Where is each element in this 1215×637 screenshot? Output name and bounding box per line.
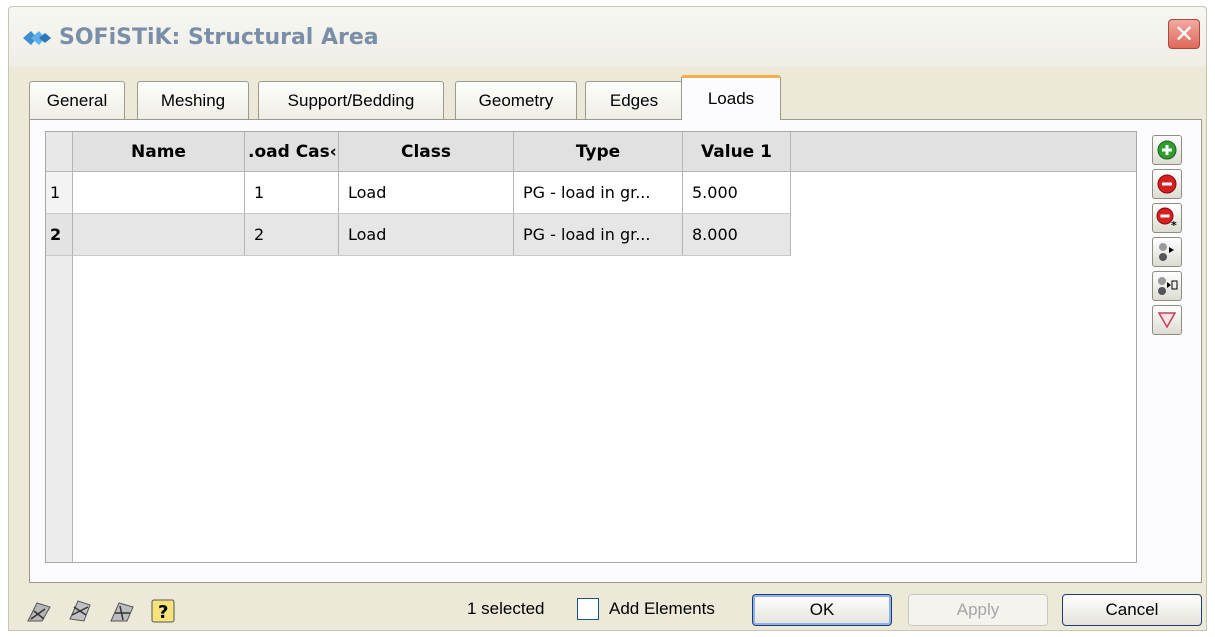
cell-value1[interactable]: 8.000: [683, 214, 791, 255]
cell-name[interactable]: [73, 214, 245, 255]
window-title: SOFiSTiK: Structural Area: [59, 25, 379, 50]
tab-support-bedding[interactable]: Support/Bedding: [258, 81, 444, 119]
pick-element-icon[interactable]: [25, 597, 53, 625]
tab-geometry[interactable]: Geometry: [455, 81, 577, 119]
cell-load-case[interactable]: 2: [245, 214, 339, 255]
eraser-button[interactable]: [1152, 305, 1182, 335]
tab-loads[interactable]: Loads: [681, 75, 781, 120]
grid-header: Name .oad Cas‹ Class Type Value 1: [46, 132, 1136, 172]
add-row-button[interactable]: [1152, 135, 1182, 165]
tab-general[interactable]: General: [29, 81, 125, 119]
loads-grid[interactable]: Name .oad Cas‹ Class Type Value 1 1 1 Lo…: [45, 131, 1137, 563]
move-to-button[interactable]: [1152, 271, 1182, 301]
loads-panel: Name .oad Cas‹ Class Type Value 1 1 1 Lo…: [29, 119, 1202, 583]
svg-text:*: *: [1171, 219, 1177, 230]
column-header-name[interactable]: Name: [73, 132, 245, 171]
cell-type[interactable]: PG - load in gr...: [514, 214, 683, 255]
apply-button[interactable]: Apply: [908, 594, 1048, 626]
close-button[interactable]: ✕: [1168, 19, 1200, 49]
move-down-icon: [1159, 243, 1174, 261]
sofistik-logo-icon: [23, 31, 51, 45]
dialog-window: SOFiSTiK: Structural Area ✕ General Mesh…: [8, 6, 1207, 631]
delete-all-rows-button[interactable]: *: [1152, 203, 1182, 233]
delete-row-icon: [1157, 174, 1177, 194]
table-row-selected[interactable]: 2 2 Load PG - load in gr... 8.000: [46, 214, 791, 256]
column-header-value1[interactable]: Value 1: [683, 132, 791, 171]
cell-name[interactable]: [73, 172, 245, 213]
selection-count: 1 selected: [467, 599, 545, 618]
row-number[interactable]: 1: [46, 172, 73, 214]
cell-value1[interactable]: 5.000: [683, 172, 791, 213]
cell-class[interactable]: Load: [339, 172, 514, 213]
column-header-load-case[interactable]: .oad Cas‹: [245, 132, 339, 171]
title-bar[interactable]: SOFiSTiK: Structural Area ✕: [9, 7, 1206, 67]
dialog-footer: ? 1 selected Add Elements OK Apply Cance…: [9, 587, 1206, 632]
column-header-class[interactable]: Class: [339, 132, 514, 171]
corner-header-cell[interactable]: [46, 132, 73, 171]
table-row[interactable]: 1 1 Load PG - load in gr... 5.000: [46, 172, 791, 214]
cell-type[interactable]: PG - load in gr...: [514, 172, 683, 213]
svg-text:?: ?: [158, 602, 168, 623]
cell-class[interactable]: Load: [339, 214, 514, 255]
row-number[interactable]: 2: [46, 214, 73, 256]
help-icon[interactable]: ?: [149, 597, 177, 625]
tab-edges[interactable]: Edges: [585, 81, 683, 119]
add-elements-checkbox[interactable]: [577, 598, 599, 620]
add-elements-label[interactable]: Add Elements: [609, 599, 715, 619]
select-element-icon[interactable]: [66, 597, 94, 625]
cancel-button[interactable]: Cancel: [1062, 594, 1202, 626]
grid-element-icon[interactable]: [108, 597, 136, 625]
delete-all-rows-icon: *: [1156, 207, 1177, 230]
close-icon: ✕: [1173, 20, 1195, 48]
tab-meshing[interactable]: Meshing: [137, 81, 249, 119]
move-to-icon: [1158, 277, 1178, 295]
cell-load-case[interactable]: 1: [245, 172, 339, 213]
column-header-type[interactable]: Type: [514, 132, 683, 171]
ok-button[interactable]: OK: [752, 594, 892, 626]
move-down-button[interactable]: [1152, 237, 1182, 267]
add-row-icon: [1157, 140, 1177, 160]
delete-row-button[interactable]: [1152, 169, 1182, 199]
eraser-icon: [1157, 312, 1177, 329]
